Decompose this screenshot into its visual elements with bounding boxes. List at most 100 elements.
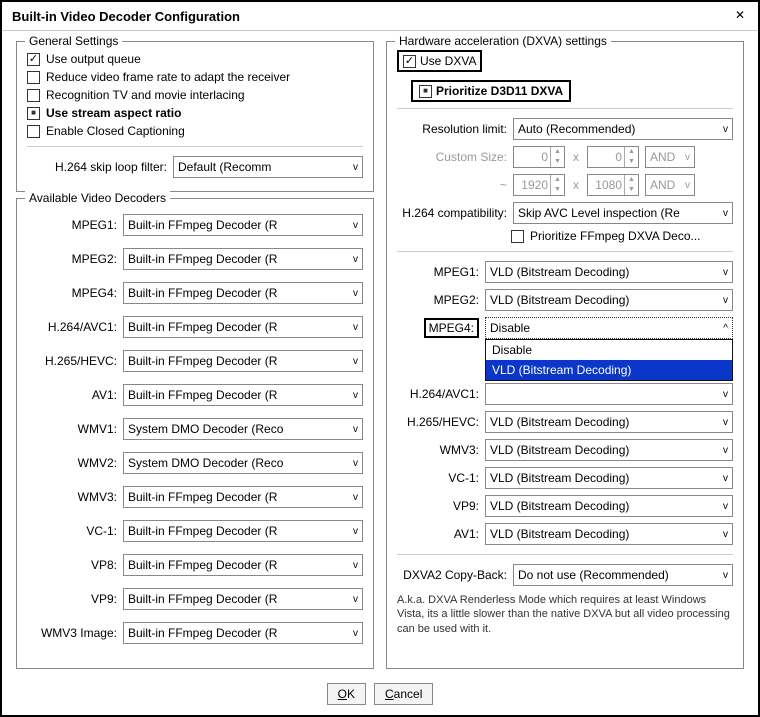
skip-loop-value: Default (Recomm <box>178 160 349 174</box>
codec-select[interactable]: Built-in FFmpeg Decoder (Rv <box>123 350 363 372</box>
codec-select[interactable]: VLD (Bitstream Decoding)v <box>485 523 733 545</box>
checkbox-empty-icon[interactable] <box>27 71 40 84</box>
checkbox-filled-icon[interactable] <box>419 85 432 98</box>
checkbox-empty-icon[interactable] <box>27 125 40 138</box>
codec-select[interactable]: VLD (Bitstream Decoding)v <box>485 261 733 283</box>
codec-value: Built-in FFmpeg Decoder (R <box>128 524 349 538</box>
codec-select[interactable]: Built-in FFmpeg Decoder (Rv <box>123 248 363 270</box>
chevron-down-icon: v <box>353 162 358 173</box>
copyback-value: Do not use (Recommended) <box>518 568 719 582</box>
spinner-arrows-icon[interactable]: ▲▼ <box>624 147 638 167</box>
copyback-note: A.k.a. DXVA Renderless Mode which requir… <box>397 593 733 636</box>
checkbox-empty-icon[interactable] <box>511 230 524 243</box>
codec-value: Built-in FFmpeg Decoder (R <box>128 320 349 334</box>
max-width-input[interactable]: 1920 ▲▼ <box>513 174 565 196</box>
spinner-arrows-icon[interactable]: ▲▼ <box>624 175 638 195</box>
use-output-queue-label: Use output queue <box>46 52 141 66</box>
chevron-down-icon: v <box>723 124 728 135</box>
max-height-value: 1080 <box>588 178 624 192</box>
spinner-arrows-icon[interactable]: ▲▼ <box>550 175 564 195</box>
dropdown-option-vld[interactable]: VLD (Bitstream Decoding) <box>486 360 732 380</box>
codec-value: VLD (Bitstream Decoding) <box>490 499 719 513</box>
skip-loop-label: H.264 skip loop filter: <box>27 160 167 174</box>
codec-select[interactable]: VLD (Bitstream Decoding)v <box>485 411 733 433</box>
codec-select[interactable]: VLD (Bitstream Decoding)v <box>485 289 733 311</box>
dropdown-option-disable[interactable]: Disable <box>486 340 732 360</box>
use-stream-aspect-label: Use stream aspect ratio <box>46 106 181 120</box>
tilde-label: ~ <box>397 178 507 192</box>
reduce-frame-rate-row[interactable]: Reduce video frame rate to adapt the rec… <box>27 68 363 86</box>
checkbox-checked-icon[interactable] <box>27 53 40 66</box>
codec-select[interactable]: System DMO Decoder (Recov <box>123 418 363 440</box>
codec-value: Built-in FFmpeg Decoder (R <box>128 218 349 232</box>
max-height-input[interactable]: 1080 ▲▼ <box>587 174 639 196</box>
chevron-up-icon: ^ <box>723 323 728 334</box>
prioritize-d3d11-box: Prioritize D3D11 DXVA <box>397 78 733 102</box>
dxva-mpeg4-dropdown[interactable]: Disable ^ Disable VLD (Bitstream Decodin… <box>485 317 733 339</box>
dxva-mpeg4-menu: Disable VLD (Bitstream Decoding) <box>485 339 733 381</box>
h264-compat-select[interactable]: Skip AVC Level inspection (Re v <box>513 202 733 224</box>
checkbox-checked-icon[interactable] <box>403 55 416 68</box>
use-output-queue-row[interactable]: Use output queue <box>27 50 363 68</box>
codec-value: Built-in FFmpeg Decoder (R <box>128 490 349 504</box>
codec-label: H.264/AVC1: <box>27 320 117 334</box>
titlebar: Built-in Video Decoder Configuration ✕ <box>2 2 758 31</box>
dxva-codec-list-top: MPEG1:VLD (Bitstream Decoding)vMPEG2:VLD… <box>397 258 733 314</box>
decoder-list: MPEG1:Built-in FFmpeg Decoder (RvMPEG2:B… <box>27 211 363 647</box>
enable-cc-row[interactable]: Enable Closed Captioning <box>27 122 363 140</box>
codec-row: VP8:Built-in FFmpeg Decoder (Rv <box>27 551 363 579</box>
custom-height-value: 0 <box>588 150 624 164</box>
max-width-value: 1920 <box>514 178 550 192</box>
general-settings-group: General Settings Use output queue Reduce… <box>16 41 374 192</box>
chevron-down-icon: v <box>723 417 728 428</box>
codec-value: VLD (Bitstream Decoding) <box>490 443 719 457</box>
custom-op-select[interactable]: AND v <box>645 146 695 168</box>
chevron-down-icon: v <box>353 220 358 231</box>
codec-select[interactable]: Built-in FFmpeg Decoder (R v <box>123 214 363 236</box>
checkbox-filled-icon[interactable] <box>27 107 40 120</box>
divider <box>397 108 733 109</box>
cancel-button[interactable]: Cancel <box>374 683 433 705</box>
chevron-down-icon: v <box>723 570 728 581</box>
spinner-arrows-icon[interactable]: ▲▼ <box>550 147 564 167</box>
copyback-select[interactable]: Do not use (Recommended) v <box>513 564 733 586</box>
codec-select[interactable]: Built-in FFmpeg Decoder (Rv <box>123 588 363 610</box>
close-icon[interactable]: ✕ <box>732 8 748 24</box>
codec-row: WMV3:Built-in FFmpeg Decoder (Rv <box>27 483 363 511</box>
codec-select[interactable]: Built-in FFmpeg Decoder (Rv <box>123 520 363 542</box>
codec-select[interactable]: v <box>485 383 733 405</box>
h264-compat-label: H.264 compatibility: <box>397 206 507 220</box>
ok-button[interactable]: OK <box>327 683 366 705</box>
custom-width-input[interactable]: 0 ▲▼ <box>513 146 565 168</box>
codec-row: H.265/HEVC:VLD (Bitstream Decoding)v <box>397 408 733 436</box>
codec-select[interactable]: Built-in FFmpeg Decoder (Rv <box>123 486 363 508</box>
chevron-down-icon: v <box>685 152 690 163</box>
codec-select[interactable]: Built-in FFmpeg Decoder (Rv <box>123 316 363 338</box>
recognition-tv-row[interactable]: Recognition TV and movie interlacing <box>27 86 363 104</box>
codec-select[interactable]: System DMO Decoder (Recov <box>123 452 363 474</box>
codec-select[interactable]: Built-in FFmpeg Decoder (Rv <box>123 554 363 576</box>
use-stream-aspect-row[interactable]: Use stream aspect ratio <box>27 104 363 122</box>
max-op-select[interactable]: AND v <box>645 174 695 196</box>
codec-select[interactable]: Built-in FFmpeg Decoder (Rv <box>123 282 363 304</box>
dxva-mpeg4-label: MPEG4: <box>424 318 479 338</box>
enable-cc-label: Enable Closed Captioning <box>46 124 185 138</box>
codec-select[interactable]: Built-in FFmpeg Decoder (Rv <box>123 384 363 406</box>
dxva-mpeg4-select[interactable]: Disable ^ <box>485 317 733 339</box>
dxva-mpeg4-label-boxed: MPEG4: <box>397 321 479 335</box>
codec-select[interactable]: VLD (Bitstream Decoding)v <box>485 439 733 461</box>
prioritize-ffmpeg-row[interactable]: Prioritize FFmpeg DXVA Deco... <box>397 227 733 245</box>
codec-label: AV1: <box>397 527 479 541</box>
custom-height-input[interactable]: 0 ▲▼ <box>587 146 639 168</box>
codec-select[interactable]: VLD (Bitstream Decoding)v <box>485 495 733 517</box>
checkbox-empty-icon[interactable] <box>27 89 40 102</box>
codec-value: VLD (Bitstream Decoding) <box>490 527 719 541</box>
codec-select[interactable]: Built-in FFmpeg Decoder (Rv <box>123 622 363 644</box>
prioritize-d3d11-highlight: Prioritize D3D11 DXVA <box>411 80 571 102</box>
skip-loop-select[interactable]: Default (Recomm v <box>173 156 363 178</box>
chevron-down-icon: v <box>353 458 358 469</box>
codec-row: WMV3 Image:Built-in FFmpeg Decoder (Rv <box>27 619 363 647</box>
codec-select[interactable]: VLD (Bitstream Decoding)v <box>485 467 733 489</box>
divider <box>397 251 733 252</box>
resolution-limit-select[interactable]: Auto (Recommended) v <box>513 118 733 140</box>
